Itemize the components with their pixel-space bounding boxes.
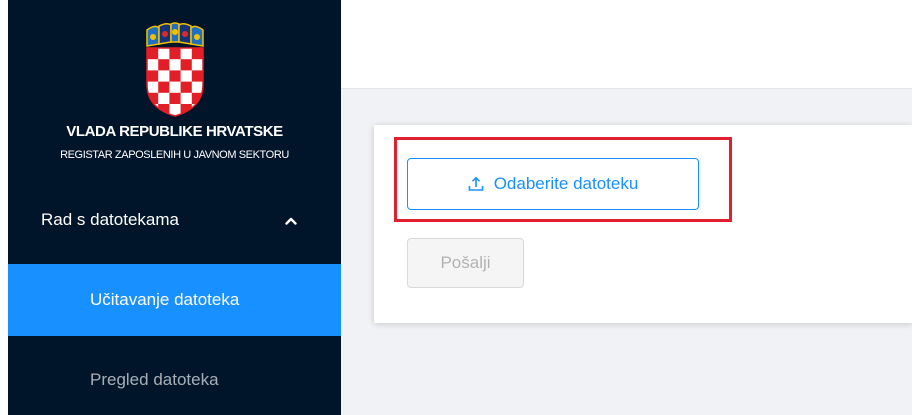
sidebar: VLADA REPUBLIKE HRVATSKE REGISTAR ZAPOSL… [8, 0, 341, 415]
menu-item-label: Učitavanje datoteka [90, 290, 240, 309]
top-header [341, 0, 912, 89]
chevron-up-icon [285, 217, 297, 225]
upload-icon [468, 177, 483, 191]
croatian-coat-of-arms-icon [146, 22, 204, 117]
select-file-label: Odaberite datoteku [493, 174, 639, 193]
submenu-rad-s-datotekama[interactable]: Rad s datotekama [8, 196, 341, 244]
send-button[interactable]: Pošalji [407, 238, 524, 288]
government-title: VLADA REPUBLIKE HRVATSKE [66, 123, 283, 140]
app-root: VLADA REPUBLIKE HRVATSKE REGISTAR ZAPOSL… [0, 0, 912, 415]
menu-item-label: Pregled datoteka [90, 370, 219, 389]
registry-subtitle: REGISTAR ZAPOSLENIH U JAVNOM SEKTORU [60, 149, 289, 161]
select-file-button[interactable]: Odaberite datoteku [407, 158, 699, 210]
submenu-label: Rad s datotekama [41, 210, 179, 229]
menu-item-pregled-datoteka[interactable]: Pregled datoteka [8, 344, 341, 415]
menu-item-ucitavanje-datoteka[interactable]: Učitavanje datoteka [8, 264, 341, 336]
left-edge [0, 0, 8, 415]
